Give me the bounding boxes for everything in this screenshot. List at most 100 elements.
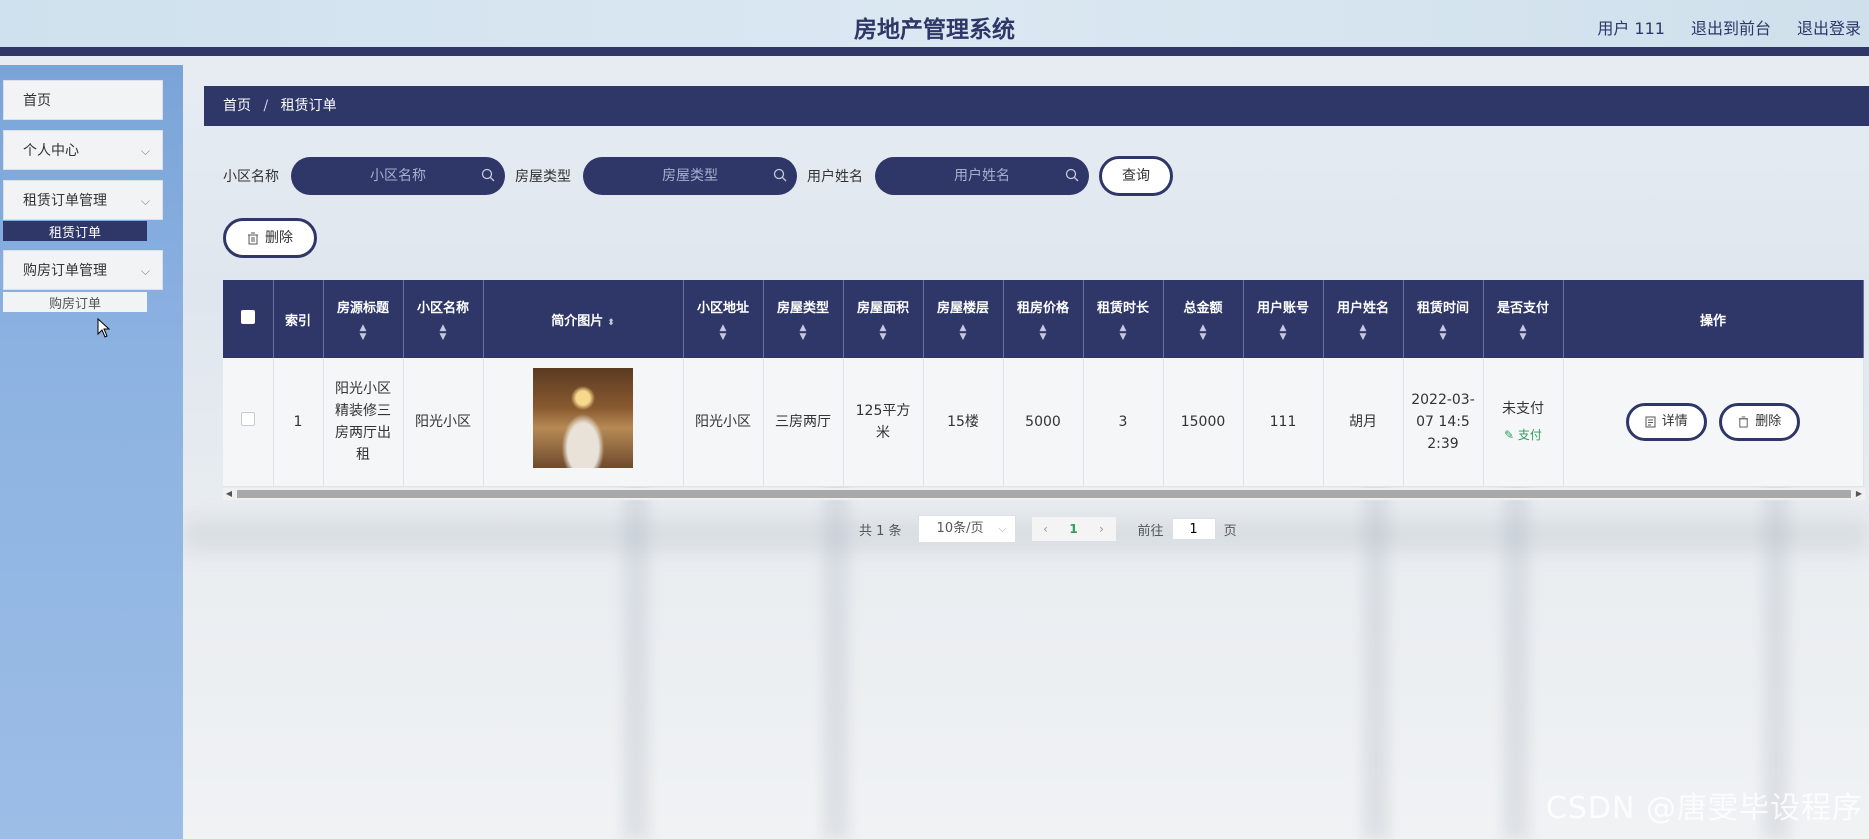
page-unit: 页	[1223, 523, 1237, 539]
cell-actions: 详情 删除	[1563, 358, 1864, 487]
app-title: 房地产管理系统	[854, 17, 1015, 43]
community-field[interactable]	[291, 157, 505, 195]
community-label: 小区名称	[223, 169, 279, 185]
house-type-input[interactable]	[583, 157, 797, 195]
cell-rent-time: 2022-03-07 14:52:39	[1403, 358, 1484, 487]
detail-button[interactable]: 详情	[1625, 402, 1707, 441]
col-rent-time[interactable]: 租赁时间 ▲ ▼	[1403, 280, 1484, 358]
username-field[interactable]	[875, 157, 1089, 195]
search-icon	[481, 168, 495, 182]
row-select-cell[interactable]	[223, 358, 274, 487]
scroll-left-icon[interactable]: ◀	[223, 488, 235, 500]
total-count: 共 1 条	[859, 523, 902, 539]
cell-address: 阳光小区	[683, 358, 764, 487]
breadcrumb-home[interactable]: 首页	[223, 98, 251, 114]
sort-icon[interactable]: ▲ ▼	[1248, 323, 1319, 342]
house-type-field[interactable]	[583, 157, 797, 195]
cell-title: 阳光小区精装修三房两厅出租	[323, 358, 404, 487]
cell-username: 胡月	[1323, 358, 1404, 487]
sort-icon[interactable]: ▲ ▼	[408, 323, 479, 342]
chevron-down-icon: ⌵	[140, 194, 150, 208]
watermark: CSDN @唐雯毕设程序	[1545, 791, 1863, 826]
search-filters: 小区名称 房屋类型 用户姓名 查询	[223, 156, 1173, 196]
page-size-select[interactable]: 10条/页 ⌵	[917, 515, 1016, 543]
col-account[interactable]: 用户账号 ▲ ▼	[1243, 280, 1324, 358]
sort-icon[interactable]: ▲ ▼	[1008, 323, 1079, 342]
sort-icon[interactable]: ▲ ▼	[848, 323, 919, 342]
search-icon	[1065, 168, 1079, 182]
current-page[interactable]: 1	[1060, 522, 1088, 536]
sidebar-subitem-buy-orders[interactable]: 购房订单	[3, 292, 147, 312]
select-all-header[interactable]	[223, 280, 274, 358]
col-address[interactable]: 小区地址 ▲ ▼	[683, 280, 764, 358]
batch-delete-button[interactable]: 删除	[223, 218, 317, 258]
cell-duration: 3	[1083, 358, 1164, 487]
sort-icon[interactable]: ▲ ▼	[1488, 323, 1559, 342]
mouse-cursor-icon	[97, 318, 111, 338]
col-duration[interactable]: 租赁时长 ▲ ▼	[1083, 280, 1164, 358]
col-floor[interactable]: 房屋楼层 ▲ ▼	[923, 280, 1004, 358]
sort-icon[interactable]: ▲ ▼	[328, 323, 399, 342]
edit-icon: ✎	[1504, 427, 1518, 442]
document-icon	[1645, 416, 1656, 428]
batch-delete-label: 删除	[265, 230, 293, 246]
sidebar-item-label: 租赁订单管理	[23, 193, 107, 209]
cell-community: 阳光小区	[403, 358, 484, 487]
scrollbar-thumb[interactable]	[237, 490, 1851, 498]
chevron-down-icon: ⌵	[140, 264, 150, 278]
table-header-row: 索引 房源标题 ▲ ▼ 小区名称 ▲ ▼ 简介图片 ⬍ 小区地址 ▲ ▼ 房屋类型 ▲ ▼ 房屋面…	[223, 280, 1864, 358]
header-links: 用户 111 退出到前台 退出登录	[1597, 15, 1861, 39]
col-total[interactable]: 总金额 ▲ ▼	[1163, 280, 1244, 358]
sidebar-item-label: 首页	[23, 93, 51, 109]
sidebar-item-rent-orders[interactable]: 租赁订单管理 ⌵	[3, 180, 163, 220]
col-title[interactable]: 房源标题 ▲ ▼	[323, 280, 404, 358]
sort-icon[interactable]: ▲ ▼	[1328, 323, 1399, 342]
username-input[interactable]	[875, 157, 1089, 195]
prev-page-icon[interactable]: ‹	[1032, 522, 1060, 536]
house-type-label: 房屋类型	[515, 169, 571, 185]
search-icon	[773, 168, 787, 182]
cell-floor: 15楼	[923, 358, 1004, 487]
col-paid[interactable]: 是否支付 ▲ ▼	[1483, 280, 1564, 358]
house-thumbnail[interactable]	[533, 368, 633, 469]
sort-icon[interactable]: ▲ ▼	[1408, 323, 1479, 342]
col-community[interactable]: 小区名称 ▲ ▼	[403, 280, 484, 358]
sidebar-subitem-rent-orders[interactable]: 租赁订单	[3, 221, 147, 241]
cell-area: 125平方米	[843, 358, 924, 487]
chevron-down-icon: ⌵	[998, 522, 1007, 535]
sort-icon[interactable]: ⬍	[607, 318, 615, 328]
sidebar-item-label: 购房订单管理	[23, 263, 107, 279]
col-house-type[interactable]: 房屋类型 ▲ ▼	[763, 280, 844, 358]
logout-link[interactable]: 退出登录	[1797, 15, 1861, 39]
row-checkbox[interactable]	[240, 411, 255, 426]
breadcrumb-current: 租赁订单	[280, 98, 337, 114]
pay-link[interactable]: ✎ 支付	[1490, 424, 1557, 446]
sidebar-item-buy-orders[interactable]: 购房订单管理 ⌵	[3, 250, 163, 290]
sidebar-item-personal[interactable]: 个人中心 ⌵	[3, 130, 163, 170]
sort-icon[interactable]: ▲ ▼	[688, 323, 759, 342]
col-area[interactable]: 房屋面积 ▲ ▼	[843, 280, 924, 358]
paid-status: 未支付	[1502, 400, 1544, 417]
goto-page-input[interactable]	[1171, 518, 1216, 540]
sidebar-item-home[interactable]: 首页	[3, 80, 163, 120]
sort-icon[interactable]: ▲ ▼	[928, 323, 999, 342]
col-price[interactable]: 租房价格 ▲ ▼	[1003, 280, 1084, 358]
select-all-checkbox[interactable]	[240, 310, 255, 324]
query-button[interactable]: 查询	[1099, 156, 1173, 196]
sort-icon[interactable]: ▲ ▼	[1088, 323, 1159, 342]
col-image[interactable]: 简介图片 ⬍	[483, 280, 684, 358]
col-username[interactable]: 用户姓名 ▲ ▼	[1323, 280, 1404, 358]
cell-total: 15000	[1163, 358, 1244, 487]
user-label[interactable]: 用户 111	[1597, 15, 1665, 39]
cell-index: 1	[273, 358, 324, 487]
pagination: 共 1 条 10条/页 ⌵ ‹ 1 › 前往 页	[859, 515, 1237, 543]
horizontal-scrollbar[interactable]: ◀ ▶	[223, 488, 1865, 500]
exit-front-link[interactable]: 退出到前台	[1691, 15, 1771, 39]
sort-icon[interactable]: ▲ ▼	[768, 323, 839, 342]
table-row: 1 阳光小区精装修三房两厅出租 阳光小区 阳光小区 三房两厅 125平方米 15…	[223, 358, 1864, 487]
community-input[interactable]	[291, 157, 505, 195]
row-delete-button[interactable]: 删除	[1719, 402, 1801, 441]
sort-icon[interactable]: ▲ ▼	[1168, 323, 1239, 342]
next-page-icon[interactable]: ›	[1088, 522, 1116, 536]
scroll-right-icon[interactable]: ▶	[1853, 488, 1865, 500]
